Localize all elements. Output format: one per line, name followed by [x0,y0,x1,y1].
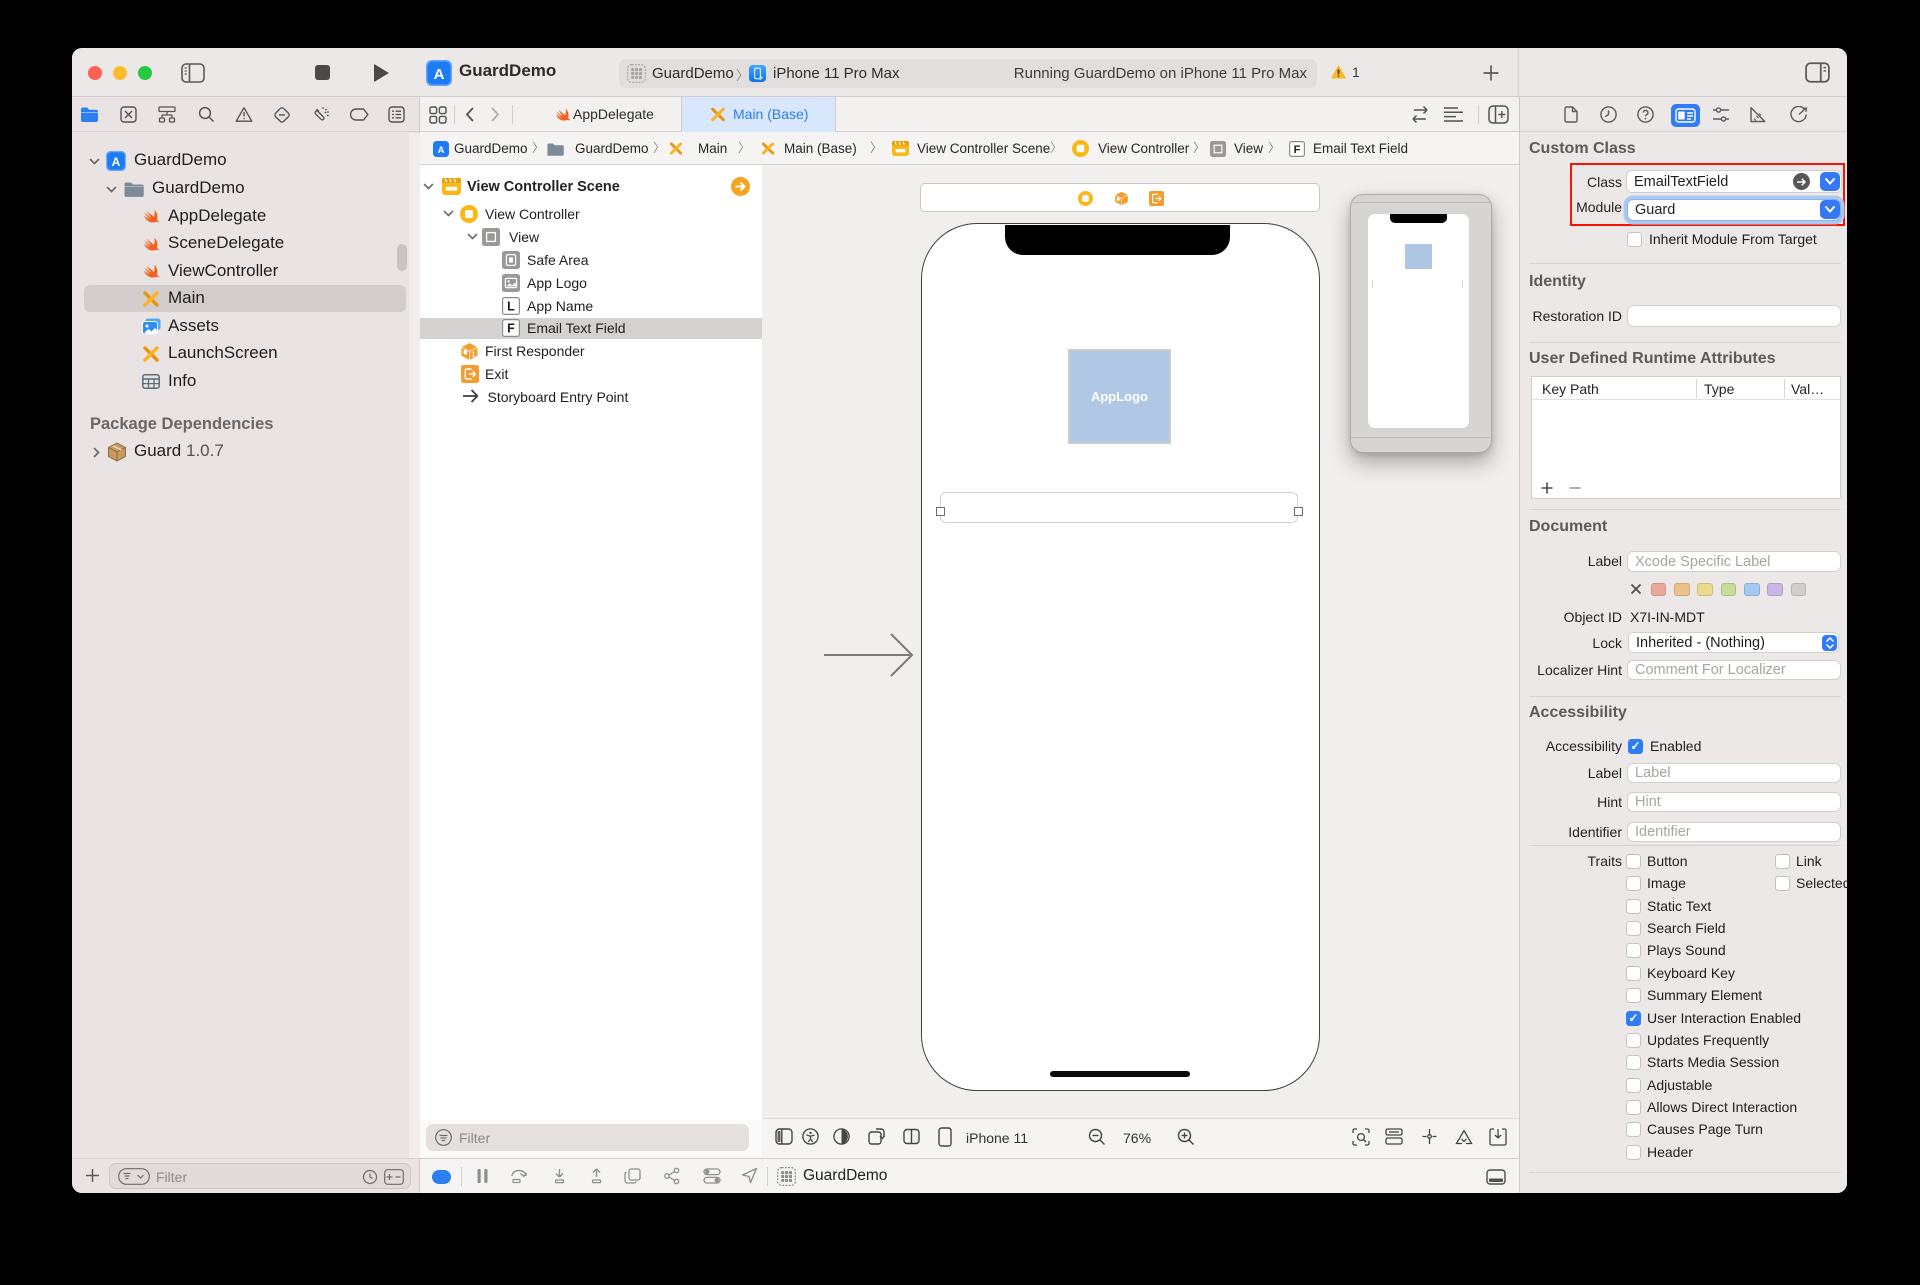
svg-text:F: F [507,322,515,336]
svg-text:A: A [438,145,445,156]
svg-text:A: A [112,155,121,169]
svg-text:L: L [507,300,515,314]
svg-text:F: F [1294,144,1301,156]
svg-text:A: A [434,66,445,83]
svg-text:1: 1 [471,350,475,359]
